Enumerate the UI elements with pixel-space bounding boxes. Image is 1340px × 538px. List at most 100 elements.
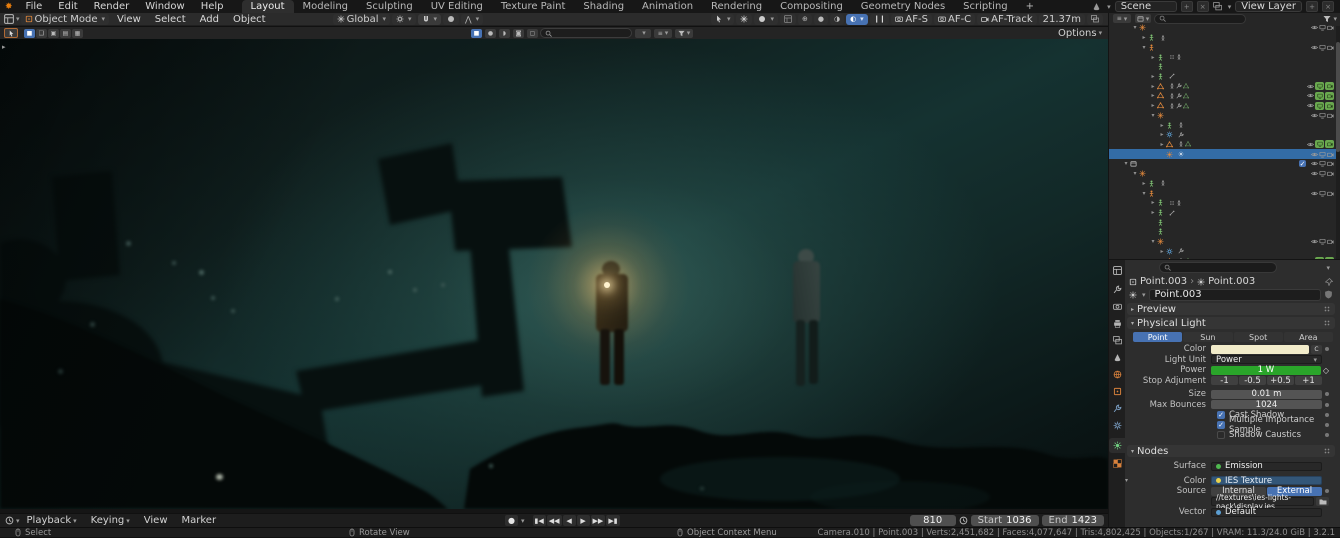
outliner-search-input[interactable]: [1154, 14, 1246, 24]
filter-dropdown[interactable]: ▾: [635, 29, 651, 38]
hide-eye-toggle[interactable]: [1311, 112, 1318, 119]
datablock-browse-caret[interactable]: ▾: [1142, 291, 1146, 299]
vector-field[interactable]: Default: [1211, 508, 1322, 517]
expand-toggle[interactable]: ▸: [1158, 131, 1166, 138]
outliner-display-mode-dropdown[interactable]: ≡▾: [1113, 14, 1131, 23]
current-frame-field[interactable]: 810: [910, 515, 956, 526]
expand-toggle[interactable]: ▸: [1149, 102, 1157, 109]
play-reverse-button[interactable]: ◀: [563, 515, 576, 526]
disable-viewport-toggle[interactable]: [1315, 92, 1324, 100]
play-button[interactable]: ▶: [577, 515, 590, 526]
preview-panel-header[interactable]: ▸Preview: [1127, 303, 1335, 315]
outliner-row[interactable]: ▸: [1109, 120, 1336, 130]
collection-checkbox[interactable]: ✓: [1299, 160, 1306, 167]
properties-editor-type-dropdown[interactable]: [1109, 263, 1125, 278]
nodes-panel-header[interactable]: ▾Nodes: [1127, 445, 1335, 457]
menu-render[interactable]: Render: [86, 0, 138, 13]
tab-world[interactable]: [1109, 367, 1125, 382]
outliner-row[interactable]: ▸: [1109, 247, 1336, 257]
expand-toggle[interactable]: ▸: [1158, 248, 1166, 255]
tab-physics[interactable]: [1109, 418, 1125, 433]
light-unit-dropdown[interactable]: Power▾: [1211, 355, 1322, 364]
expand-toggle[interactable]: ▸: [1149, 54, 1157, 61]
expand-toggle[interactable]: ▾: [1131, 24, 1139, 31]
scene-unlink-button[interactable]: ×: [1197, 1, 1209, 12]
shading-material-button[interactable]: ◑: [830, 14, 844, 25]
node-color-expander[interactable]: ▾: [1125, 477, 1135, 484]
workspace-add-tab-button[interactable]: +: [1017, 0, 1043, 13]
ies-texture-field[interactable]: IES Texture: [1211, 476, 1322, 485]
light-type-area[interactable]: Area: [1284, 332, 1333, 342]
menu-playback[interactable]: Playback▾: [20, 515, 84, 526]
workspace-tab-animation[interactable]: Animation: [633, 0, 702, 13]
cast-shadow-checkbox[interactable]: ✓: [1217, 411, 1225, 419]
keyframe-diamond-icon[interactable]: ◇: [1323, 366, 1329, 375]
view-layer-browse-caret[interactable]: ▾: [1228, 3, 1232, 11]
animate-dot[interactable]: [1325, 423, 1329, 427]
properties-search-input[interactable]: [1159, 262, 1277, 273]
tab-texture[interactable]: [1109, 456, 1125, 471]
view-layer-new-button[interactable]: +: [1306, 1, 1318, 12]
disable-render-toggle[interactable]: [1327, 112, 1334, 119]
power-slider[interactable]: 1 W: [1211, 366, 1321, 375]
outliner-filter-funnel-icon[interactable]: [1323, 15, 1331, 23]
outliner-row[interactable]: [1109, 149, 1336, 159]
mode-selector[interactable]: Object Mode ▾: [21, 14, 110, 25]
visibility-toggle-4[interactable]: ◙: [513, 29, 524, 38]
outliner-row[interactable]: ▸: [1109, 140, 1336, 150]
end-frame-field[interactable]: End1423: [1042, 515, 1104, 526]
animate-dot[interactable]: [1325, 392, 1329, 396]
disable-viewport-toggle[interactable]: [1315, 82, 1324, 90]
select-mode-extend[interactable]: ❑: [36, 29, 47, 38]
af-track-button[interactable]: AF-Track: [977, 14, 1036, 25]
tab-object-data[interactable]: [1109, 438, 1125, 453]
workspace-tab-rendering[interactable]: Rendering: [702, 0, 771, 13]
outliner-row[interactable]: ▸: [1109, 91, 1336, 101]
disable-render-toggle[interactable]: [1327, 44, 1334, 51]
surface-node-field[interactable]: Emission: [1211, 462, 1322, 471]
expand-toggle[interactable]: ▸: [1140, 34, 1148, 41]
panel-menu-icon[interactable]: [1323, 305, 1331, 313]
outliner-row[interactable]: ▾: [1109, 110, 1336, 120]
workspace-tab-texture-paint[interactable]: Texture Paint: [492, 0, 575, 13]
expand-toggle[interactable]: ▾: [1149, 112, 1157, 119]
animate-dot[interactable]: [1325, 413, 1329, 417]
disable-viewport-toggle[interactable]: [1319, 151, 1326, 158]
outliner-row[interactable]: ▸: [1109, 208, 1336, 218]
animate-dot[interactable]: [1325, 403, 1329, 407]
tab-output[interactable]: [1109, 316, 1125, 331]
outliner-row[interactable]: ▸: [1109, 33, 1336, 43]
animate-dot[interactable]: [1325, 433, 1329, 437]
fake-user-shield-icon[interactable]: [1324, 290, 1333, 299]
editor-type-caret[interactable]: ▾: [16, 15, 20, 23]
tab-tool[interactable]: [1109, 282, 1125, 297]
overlays-toggle[interactable]: ▾: [754, 14, 778, 25]
sort-dropdown[interactable]: ≡▾: [654, 29, 672, 38]
tab-render[interactable]: [1109, 299, 1125, 314]
expand-toggle[interactable]: ▾: [1140, 190, 1148, 197]
expand-toggle[interactable]: ▸: [1149, 92, 1157, 99]
disable-render-toggle[interactable]: [1327, 160, 1334, 167]
active-tool-select-box[interactable]: [4, 28, 18, 38]
light-type-spot[interactable]: Spot: [1234, 332, 1283, 342]
disable-viewport-toggle[interactable]: [1319, 24, 1326, 31]
menu-marker[interactable]: Marker: [175, 515, 224, 526]
tab-object[interactable]: [1109, 384, 1125, 399]
menu-edit[interactable]: Edit: [50, 0, 85, 13]
size-field[interactable]: 0.01 m: [1211, 390, 1322, 399]
prev-keyframe-button[interactable]: ◀◀: [547, 515, 562, 526]
expand-toggle[interactable]: ▾: [1140, 44, 1148, 51]
expand-toggle[interactable]: ▸: [1149, 83, 1157, 90]
disable-render-toggle[interactable]: [1325, 92, 1334, 100]
disable-render-toggle[interactable]: [1327, 238, 1334, 245]
tool-search-input[interactable]: [540, 28, 632, 38]
workspace-tab-sculpting[interactable]: Sculpting: [357, 0, 422, 13]
next-keyframe-button[interactable]: ▶▶: [591, 515, 606, 526]
properties-options-caret[interactable]: ▾: [1326, 264, 1333, 272]
select-mode-new[interactable]: ■: [24, 29, 35, 38]
menu-object[interactable]: Object: [226, 14, 273, 25]
hide-eye-toggle[interactable]: [1307, 141, 1314, 148]
visibility-toggle-2[interactable]: ●: [485, 29, 496, 38]
outliner-row[interactable]: ▸: [1109, 72, 1336, 82]
hide-eye-toggle[interactable]: [1311, 44, 1318, 51]
